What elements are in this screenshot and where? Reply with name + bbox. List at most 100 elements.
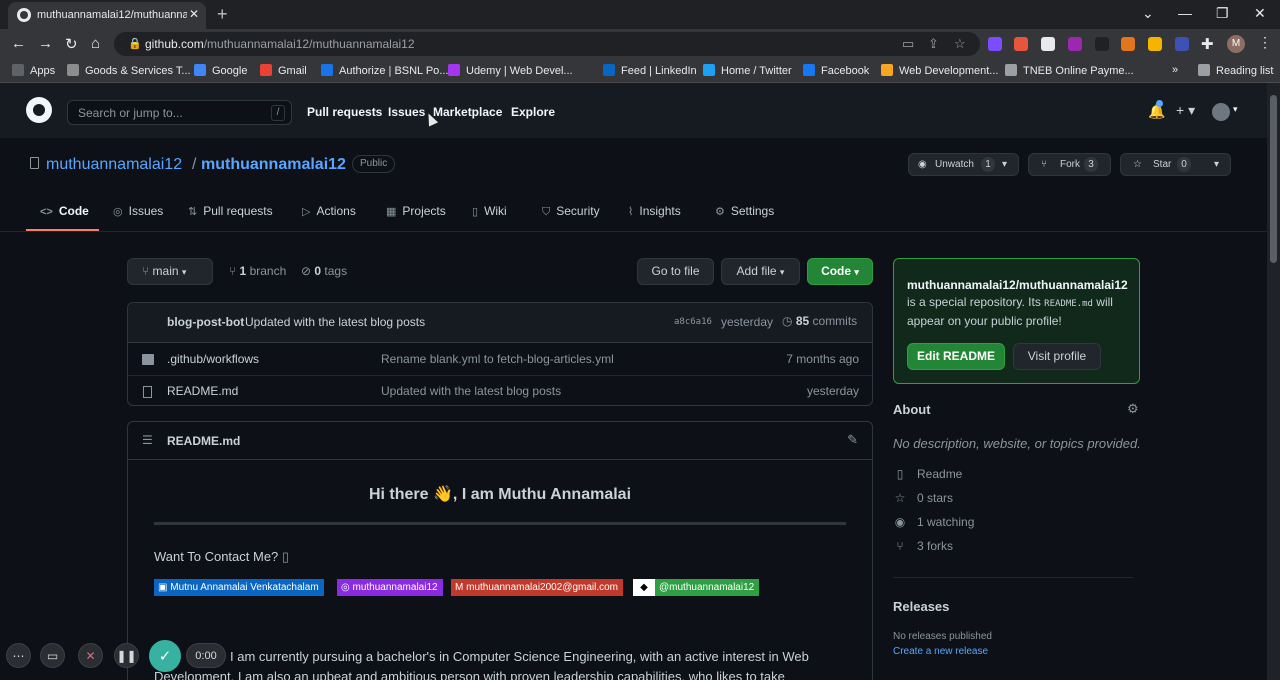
visit-profile-button[interactable]: Visit profile <box>1013 343 1101 370</box>
bookmark-apps[interactable]: Apps <box>12 64 55 77</box>
linkedin-badge[interactable]: ▣ Mutnu Annamalai Venkatachalam <box>154 579 324 596</box>
tab-projects[interactable]: ▦ Projects <box>386 204 446 218</box>
tags-link[interactable]: ⊘ 0 tags <box>301 264 347 278</box>
branches-link[interactable]: ⑂ 1 branch <box>229 264 286 278</box>
home-icon[interactable]: ⌂ <box>91 35 100 52</box>
create-release-link[interactable]: Create a new release <box>893 646 988 657</box>
browser-profile-avatar[interactable]: M <box>1227 35 1245 53</box>
forks-link[interactable]: ⑂ 3 forks <box>893 539 953 553</box>
tab-wiki[interactable]: ▯ Wiki <box>472 204 507 218</box>
file-commit-message[interactable]: Updated with the latest blog posts <box>381 384 561 398</box>
search-input[interactable]: Search or jump to... / <box>67 100 292 125</box>
bookmark-item[interactable]: Udemy | Web Devel... <box>448 64 573 77</box>
instagram-badge[interactable]: ◎ muthuannamalai12 <box>337 579 443 596</box>
minimize-button[interactable]: — <box>1178 5 1192 21</box>
star-button[interactable]: ☆ Star 0 ▾ <box>1120 153 1231 176</box>
file-row[interactable]: .github/workflows Rename blank.yml to fe… <box>128 344 872 375</box>
add-file-button[interactable]: Add file ▾ <box>721 258 800 285</box>
commit-message[interactable]: Updated with the latest blog posts <box>245 315 425 329</box>
gmail-badge[interactable]: M muthuannamalai2002@gmail.com <box>451 579 624 596</box>
fork-button[interactable]: ⑂ Fork 3 <box>1028 153 1111 176</box>
nav-issues[interactable]: Issues <box>388 105 425 119</box>
bookmark-star-icon[interactable]: ☆ <box>954 36 966 52</box>
maximize-button[interactable]: ❐ <box>1216 5 1229 22</box>
share-icon[interactable]: ⇪ <box>928 36 939 52</box>
file-commit-message[interactable]: Rename blank.yml to fetch-blog-articles.… <box>381 352 614 366</box>
bookmark-item[interactable]: Goods & Services T... <box>67 64 191 77</box>
chevron-down-icon[interactable]: ▾ <box>1214 159 1219 170</box>
file-name[interactable]: README.md <box>167 384 238 398</box>
close-window-button[interactable]: ✕ <box>1254 5 1266 22</box>
file-name[interactable]: .github/workflows <box>167 352 259 366</box>
tab-insights[interactable]: ⌇ Insights <box>628 204 681 218</box>
github-logo-icon[interactable] <box>26 97 52 123</box>
branch-select-button[interactable]: ⑂ main ▾ <box>127 258 213 285</box>
pause-icon[interactable]: ❚❚ <box>114 643 139 668</box>
metamask-extension-icon[interactable] <box>1121 37 1135 51</box>
reading-list-button[interactable]: Reading list <box>1198 64 1273 77</box>
hashnode-icon[interactable]: ◆ <box>633 579 655 596</box>
recorder-menu-icon[interactable]: ⋯ <box>6 643 31 668</box>
tab-pull-requests[interactable]: ⇅ Pull requests <box>188 204 273 218</box>
repo-owner-link[interactable]: muthuannamalai12 <box>46 156 182 174</box>
code-dropdown-button[interactable]: Code ▾ <box>807 258 873 285</box>
edit-readme-button[interactable]: Edit README <box>907 343 1005 370</box>
extension-icon[interactable] <box>1068 37 1082 51</box>
tab-search-icon[interactable]: ⌄ <box>1142 5 1154 22</box>
lock-icon[interactable]: 🔒 <box>128 37 142 50</box>
bookmark-item[interactable]: Home / Twitter <box>703 64 792 77</box>
browser-tab[interactable]: muthuannamalai12/muthuannamalai12 ✕ <box>8 2 206 29</box>
camera-off-icon[interactable]: ▭ <box>40 643 65 668</box>
scrollbar-thumb[interactable] <box>1270 95 1277 263</box>
extension-icon[interactable] <box>1014 37 1028 51</box>
list-icon[interactable]: ☰ <box>142 433 153 447</box>
commit-author[interactable]: blog-post-bot <box>167 315 244 329</box>
gear-icon[interactable]: ⚙ <box>1127 401 1139 417</box>
commit-sha[interactable]: a8c6a16 <box>674 317 712 327</box>
bookmark-item[interactable]: Feed | LinkedIn <box>603 64 697 77</box>
readme-link[interactable]: ▯ Readme <box>893 467 963 481</box>
watchers-link[interactable]: ◉ 1 watching <box>893 515 975 529</box>
cancel-recording-icon[interactable]: ✕ <box>78 643 103 668</box>
watch-button[interactable]: ◉ Unwatch 1 ▾ <box>908 153 1019 176</box>
user-avatar[interactable] <box>1212 103 1230 121</box>
create-new-icon[interactable]: + ▾ <box>1176 102 1195 119</box>
finish-recording-icon[interactable]: ✓ <box>149 640 181 672</box>
reload-icon[interactable]: ↻ <box>65 35 78 53</box>
extension-icon[interactable] <box>988 37 1002 51</box>
puzzle-extensions-icon[interactable]: ✚ <box>1201 35 1214 53</box>
tab-actions[interactable]: ▷ Actions <box>302 204 356 218</box>
camera-icon[interactable]: ▭ <box>902 36 914 52</box>
bookmarks-overflow-icon[interactable]: » <box>1172 64 1178 76</box>
browser-menu-icon[interactable]: ⋮ <box>1258 34 1272 51</box>
releases-heading[interactable]: Releases <box>893 599 949 614</box>
tab-security[interactable]: ⛉ Security <box>542 204 600 219</box>
bookmark-item[interactable]: Google <box>194 64 247 77</box>
tab-issues[interactable]: ◎ Issues <box>113 204 163 218</box>
edit-pencil-icon[interactable]: ✎ <box>847 432 858 448</box>
back-icon[interactable]: ← <box>11 35 26 52</box>
page-scrollbar[interactable] <box>1267 83 1280 680</box>
nav-marketplace[interactable]: Marketplace <box>433 105 502 119</box>
bookmark-item[interactable]: Facebook <box>803 64 869 77</box>
nav-pull-requests[interactable]: Pull requests <box>307 105 382 119</box>
extension-icon[interactable] <box>1148 37 1162 51</box>
extension-icon[interactable] <box>1041 37 1055 51</box>
tab-code[interactable]: <> Code <box>40 204 89 218</box>
avatar-caret-icon[interactable]: ▾ <box>1233 104 1238 115</box>
repo-name-link[interactable]: muthuannamalai12 <box>201 156 346 174</box>
forward-icon[interactable]: → <box>38 35 53 52</box>
extension-icon[interactable] <box>1175 37 1189 51</box>
file-row[interactable]: README.md Updated with the latest blog p… <box>128 375 872 406</box>
chevron-down-icon[interactable]: ▾ <box>1002 159 1007 170</box>
commits-link[interactable]: ◷ 85 commits <box>782 314 857 328</box>
tab-close-icon[interactable]: ✕ <box>189 7 199 21</box>
tab-settings[interactable]: ⚙ Settings <box>715 204 774 218</box>
bookmark-item[interactable]: TNEB Online Payme... <box>1005 64 1134 77</box>
extension-icon[interactable] <box>1095 37 1109 51</box>
hashnode-badge[interactable]: @muthuannamalai12 <box>655 579 760 596</box>
address-bar[interactable]: 🔒 github.com/muthuannamalai12/muthuannam… <box>114 32 980 56</box>
stars-link[interactable]: ☆ 0 stars <box>893 491 953 505</box>
new-tab-icon[interactable]: + <box>217 4 228 25</box>
nav-explore[interactable]: Explore <box>511 105 555 119</box>
